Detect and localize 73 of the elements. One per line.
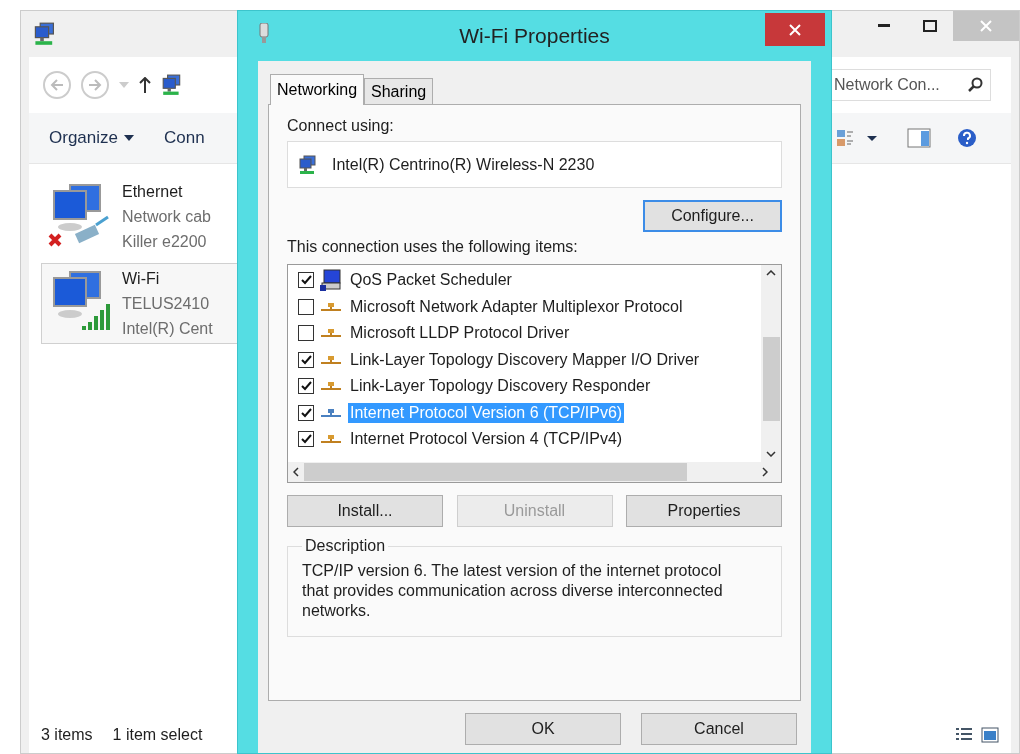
checkbox[interactable]: [298, 378, 314, 395]
checkbox[interactable]: [298, 298, 314, 315]
protocol-icon: [320, 434, 342, 445]
status-text: 1 item select: [112, 726, 203, 744]
component-name[interactable]: Link-Layer Topology Discovery Mapper I/O Driver: [348, 349, 702, 370]
adapter-name: Intel(R) Centrino(R) Wireless-N 2230: [332, 155, 595, 174]
close-icon: [980, 20, 992, 32]
search-icon[interactable]: [967, 77, 983, 93]
toolbar-button[interactable]: Conn: [164, 128, 205, 148]
close-icon: [789, 23, 801, 36]
description-text: TCP/IP version 6. The latest version of the internet protocol that provides communication across diverse interconnected networks.: [302, 561, 724, 621]
connection-status: Network cab: [122, 207, 211, 227]
checkbox[interactable]: [298, 404, 314, 421]
checkbox[interactable]: [298, 272, 314, 289]
check-icon: [300, 407, 312, 418]
check-icon: [300, 354, 312, 365]
right-arrow-icon: [88, 79, 102, 91]
minimize-icon: [878, 24, 890, 28]
adapter-icon: [258, 23, 270, 43]
protocol-icon: [320, 301, 342, 312]
scroll-down-icon[interactable]: [766, 451, 776, 457]
toolbar-button[interactable]: Organize: [49, 128, 134, 148]
checkbox[interactable]: [298, 351, 314, 368]
checkbox[interactable]: [298, 325, 314, 342]
network-adapter-icon: [298, 154, 318, 175]
help-icon[interactable]: [957, 128, 977, 148]
computer-icon: [320, 269, 342, 292]
preview-pane-icon[interactable]: [907, 128, 931, 148]
group-title: Description: [304, 537, 387, 555]
adapter-name: Intel(R) Cent: [122, 319, 213, 339]
component-name[interactable]: Microsoft Network Adapter Multiplexor Protocol: [348, 296, 685, 317]
component-name[interactable]: Internet Protocol Version 4 (TCP/IPv4): [348, 429, 625, 450]
adapter-name: Killer e2200: [122, 232, 208, 252]
caret-icon: [124, 135, 134, 141]
check-icon: [300, 381, 312, 392]
protocol-icon: [320, 407, 342, 418]
check-icon: [300, 275, 312, 286]
tab[interactable]: Networking: [270, 74, 365, 105]
status-text: 3 items: [41, 726, 93, 744]
action-button[interactable]: Install...: [287, 495, 443, 527]
dialog-button[interactable]: OK: [465, 713, 621, 745]
check-icon: [300, 434, 312, 445]
checkbox[interactable]: [298, 431, 314, 448]
component-name[interactable]: Link-Layer Topology Discovery Responder: [348, 376, 653, 397]
scrollbar[interactable]: [761, 265, 781, 462]
connection-status: TELUS2410: [122, 294, 211, 314]
up-arrow-icon[interactable]: [139, 77, 151, 93]
protocol-icon: [320, 328, 342, 339]
details-view-icon[interactable]: [955, 727, 973, 743]
dialog-title: Wi-Fi Properties: [459, 24, 610, 48]
tab[interactable]: Sharing: [364, 78, 434, 104]
dialog-button[interactable]: Cancel: [641, 713, 797, 745]
thumbnail-view-icon[interactable]: [981, 727, 999, 743]
connection-name: Ethernet: [122, 182, 184, 202]
maximize-icon: [923, 20, 937, 32]
left-arrow-icon: [50, 79, 64, 91]
scroll-up-icon[interactable]: [766, 270, 776, 276]
field-label: Connect using:: [287, 117, 395, 135]
protocol-icon: [320, 354, 342, 365]
network-icon: [33, 22, 57, 46]
action-button[interactable]: Properties: [626, 495, 782, 527]
configure-button[interactable]: Configure...: [643, 200, 782, 232]
component-name[interactable]: Microsoft LLDP Protocol Driver: [348, 323, 572, 344]
scroll-left-icon[interactable]: [293, 467, 299, 477]
network-item[interactable]: Ethernet Network cab Killer e2200: [41, 176, 246, 257]
field-label: This connection uses the following items:: [287, 238, 579, 256]
scroll-right-icon[interactable]: [762, 467, 768, 477]
close-button[interactable]: [765, 13, 825, 46]
network-icon: [161, 74, 183, 96]
connection-name: Wi-Fi: [122, 269, 161, 289]
scrollbar[interactable]: [288, 462, 781, 482]
protocol-icon: [320, 381, 342, 392]
component-name[interactable]: QoS Packet Scheduler: [348, 270, 514, 291]
